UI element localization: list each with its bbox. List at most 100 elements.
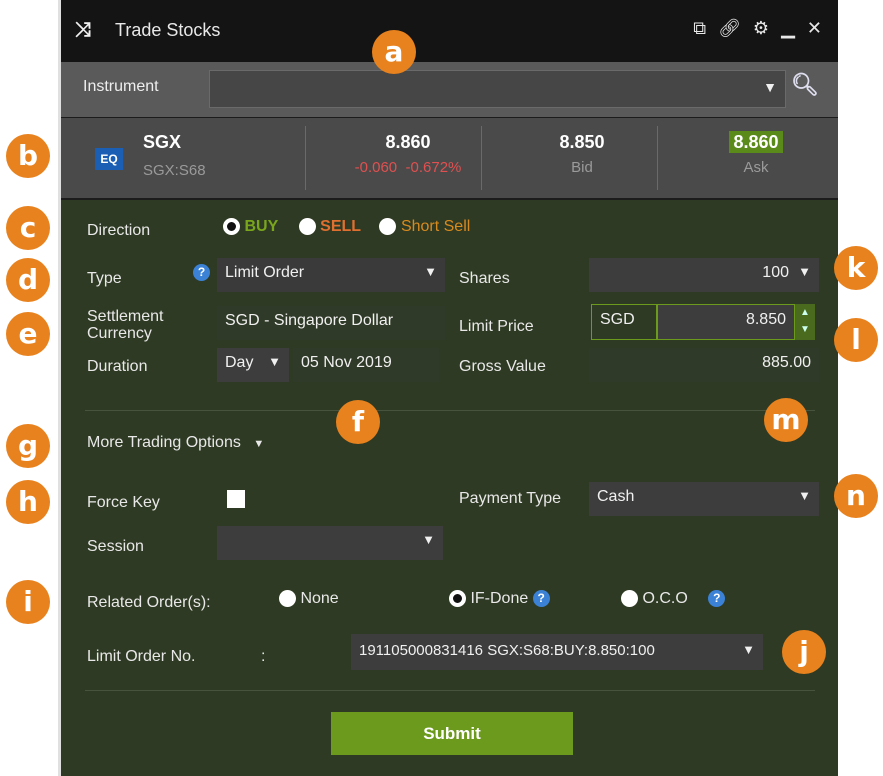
none-label: None bbox=[300, 590, 339, 607]
limit-order-no-value: 191105000831416 SGX:S68:BUY:8.850:100 bbox=[359, 642, 655, 659]
shares-value: 100 bbox=[762, 264, 789, 281]
link-icon[interactable]: 🔗︎ bbox=[718, 18, 741, 39]
title-bar-controls: ⧉ 🔗︎ ⚙ ▁ ✕ bbox=[693, 18, 822, 39]
gross-value-field: 885.00 bbox=[589, 348, 819, 382]
related-oco-option[interactable]: O.C.O ? bbox=[621, 590, 726, 608]
equity-badge: EQ bbox=[95, 148, 123, 170]
callout-i: i bbox=[6, 580, 50, 624]
force-key-checkbox[interactable] bbox=[227, 490, 245, 508]
ask-label: Ask bbox=[743, 159, 769, 176]
sell-label: SELL bbox=[320, 218, 362, 235]
chevron-down-icon: ▼ bbox=[268, 354, 281, 369]
payment-type-select[interactable]: Cash ▼ bbox=[589, 482, 819, 516]
instrument-select[interactable]: ▼ bbox=[209, 70, 786, 108]
window-title: Trade Stocks bbox=[115, 20, 221, 40]
direction-radio-group: BUY SELL Short Sell bbox=[223, 218, 470, 236]
gear-icon[interactable]: ⚙ bbox=[753, 18, 769, 39]
callout-b: b bbox=[6, 134, 50, 178]
symbol: SGX bbox=[143, 132, 182, 152]
buy-radio[interactable] bbox=[223, 218, 240, 236]
session-select[interactable]: ▼ bbox=[217, 526, 443, 560]
type-label: Type bbox=[87, 270, 122, 287]
oco-radio[interactable] bbox=[621, 590, 638, 608]
oco-label: O.C.O bbox=[642, 590, 688, 607]
chevron-down-icon: ▼ bbox=[253, 438, 265, 450]
limit-price-label: Limit Price bbox=[459, 318, 534, 335]
limit-order-no-label: Limit Order No. bbox=[87, 648, 196, 665]
if-done-radio[interactable] bbox=[449, 590, 466, 608]
more-trading-options-toggle[interactable]: More Trading Options ▼ bbox=[87, 434, 264, 452]
none-radio[interactable] bbox=[279, 590, 296, 608]
callout-k: k bbox=[834, 246, 878, 290]
popout-icon[interactable]: ⧉ bbox=[693, 18, 706, 39]
payment-type-label: Payment Type bbox=[459, 490, 561, 507]
duration-date-field[interactable]: 05 Nov 2019 bbox=[293, 348, 439, 382]
short-sell-radio[interactable] bbox=[379, 218, 397, 236]
gross-value-label: Gross Value bbox=[459, 358, 546, 375]
price-change: -0.060 -0.672% bbox=[323, 159, 493, 176]
limit-order-no-select[interactable]: 191105000831416 SGX:S68:BUY:8.850:100 ▼ bbox=[351, 634, 763, 670]
submit-button[interactable]: Submit bbox=[331, 712, 573, 755]
divider bbox=[85, 690, 815, 691]
callout-n: n bbox=[834, 474, 878, 518]
order-type-value: Limit Order bbox=[225, 264, 305, 281]
gross-value: 885.00 bbox=[762, 354, 811, 371]
limit-price-currency-value: SGD bbox=[600, 311, 635, 328]
related-none-option[interactable]: None bbox=[279, 590, 339, 608]
last-price-block: 8.860 -0.060 -0.672% bbox=[323, 132, 493, 176]
minimize-icon[interactable]: ▁ bbox=[781, 18, 795, 39]
bid-price: 8.850 bbox=[559, 132, 605, 152]
trade-stocks-window: ⤨ Trade Stocks ⧉ 🔗︎ ⚙ ▁ ✕ Instrument ▼ 🔍… bbox=[58, 0, 838, 776]
related-if-done-option[interactable]: IF-Done ? bbox=[449, 590, 550, 608]
order-form: Direction BUY SELL Short Sell Type ? Lim… bbox=[61, 200, 838, 776]
divider bbox=[85, 410, 815, 411]
change-value: -0.060 bbox=[354, 159, 398, 176]
shares-select[interactable]: 100 ▼ bbox=[589, 258, 819, 292]
settlement-currency-value: SGD - Singapore Dollar bbox=[225, 312, 394, 329]
callout-d: d bbox=[6, 258, 50, 302]
search-icon[interactable]: 🔍︎ bbox=[791, 72, 819, 102]
divider bbox=[657, 126, 658, 190]
help-icon[interactable]: ? bbox=[193, 264, 210, 281]
ask-price: 8.860 bbox=[729, 131, 783, 153]
bid-label: Bid bbox=[571, 159, 593, 176]
callout-a: a bbox=[372, 30, 416, 74]
callout-f: f bbox=[336, 400, 380, 444]
callout-e: e bbox=[6, 312, 50, 356]
settlement-label-line1: Settlement bbox=[87, 308, 164, 325]
callout-m: m bbox=[764, 398, 808, 442]
chevron-down-icon: ▼ bbox=[798, 488, 811, 503]
bid-block: 8.850 Bid bbox=[497, 132, 667, 176]
callout-j: j bbox=[782, 630, 826, 674]
divider bbox=[305, 126, 306, 190]
order-type-select[interactable]: Limit Order ▼ bbox=[217, 258, 445, 292]
close-icon[interactable]: ✕ bbox=[807, 18, 822, 39]
symbol-code: SGX:S68 bbox=[143, 162, 206, 179]
instrument-label: Instrument bbox=[83, 78, 159, 95]
sell-radio[interactable] bbox=[298, 218, 316, 236]
payment-type-value: Cash bbox=[597, 488, 635, 505]
divider bbox=[481, 126, 482, 190]
session-label: Session bbox=[87, 538, 144, 555]
limit-price-stepper[interactable]: ▲ ▼ bbox=[795, 304, 815, 340]
last-price: 8.860 bbox=[385, 132, 431, 152]
buy-label: BUY bbox=[244, 218, 279, 235]
direction-label: Direction bbox=[87, 222, 151, 239]
limit-price-input[interactable]: 8.850 bbox=[657, 304, 795, 340]
callout-h: h bbox=[6, 480, 50, 524]
chevron-down-icon: ▼ bbox=[742, 642, 755, 657]
more-options-label: More Trading Options bbox=[87, 434, 241, 451]
shares-label: Shares bbox=[459, 270, 510, 287]
chevron-down-icon: ▼ bbox=[422, 532, 435, 547]
help-icon[interactable]: ? bbox=[532, 590, 550, 608]
callout-g: g bbox=[6, 424, 50, 468]
ask-block: 8.860 Ask bbox=[671, 131, 841, 176]
help-icon[interactable]: ? bbox=[708, 590, 726, 608]
force-key-label: Force Key bbox=[87, 494, 160, 511]
duration-select[interactable]: Day ▼ bbox=[217, 348, 289, 382]
callout-l: l bbox=[834, 318, 878, 362]
settlement-currency-field: SGD - Singapore Dollar bbox=[217, 306, 445, 340]
related-orders-label: Related Order(s): bbox=[87, 594, 211, 611]
callout-c: c bbox=[6, 206, 50, 250]
change-percent: -0.672% bbox=[405, 159, 462, 176]
